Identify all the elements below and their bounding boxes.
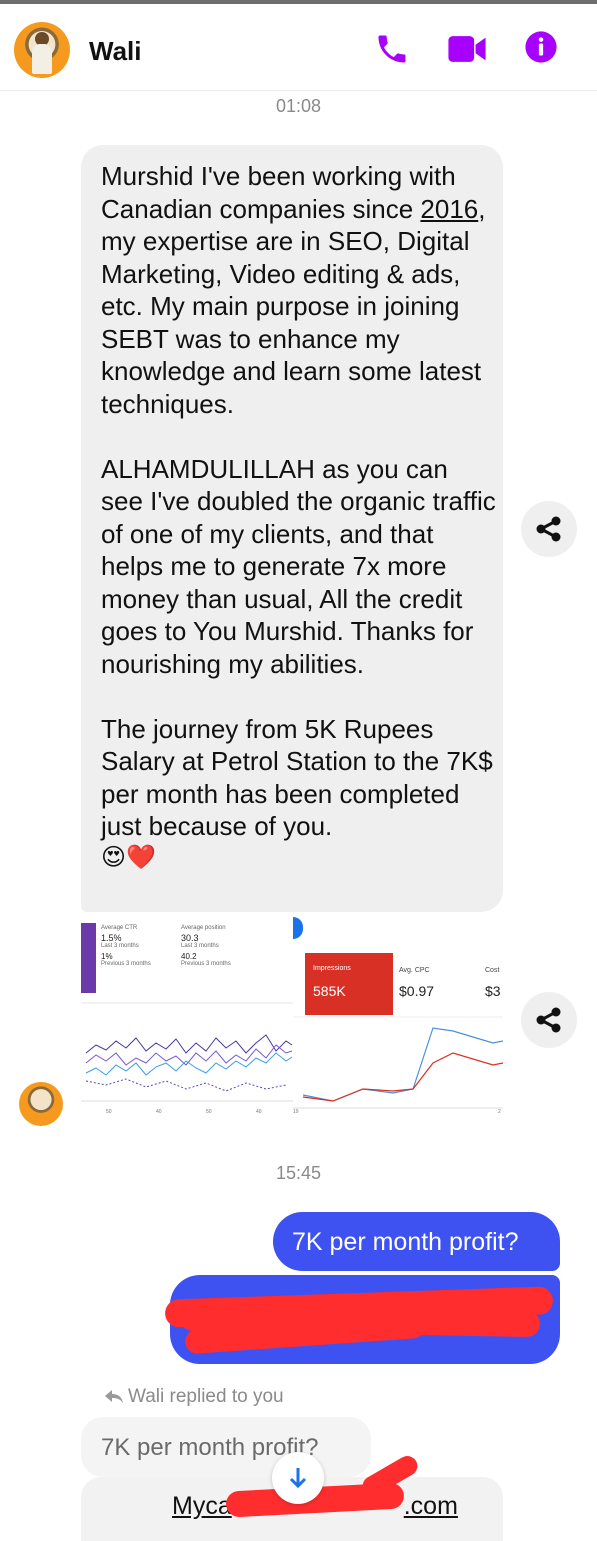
phone-icon[interactable] (374, 31, 410, 67)
google-ads-panel: Impressions 585K Avg. CPC $0.97 Cost $3 … (293, 913, 503, 1125)
contact-avatar[interactable] (14, 22, 70, 78)
chat-header: Wali (0, 4, 597, 91)
timestamp: 01:08 (275, 96, 322, 116)
analytics-screenshot-image[interactable]: Average CTR 1.5% Last 3 months 1% Previo… (81, 913, 503, 1125)
share-icon (536, 516, 561, 542)
axis-tick-label: 19 (293, 1109, 299, 1115)
axis-tick-label: 2 (498, 1109, 501, 1115)
scroll-down-button[interactable] (272, 1452, 324, 1504)
search-console-panel: Average CTR 1.5% Last 3 months 1% Previo… (81, 913, 293, 1125)
avatar-body (32, 44, 52, 74)
share-button[interactable] (521, 501, 577, 557)
search-console-line-chart: 50 40 50 40 (81, 1002, 293, 1115)
axis-tick-label: 40 (256, 1109, 262, 1115)
message-paragraph: Murshid I've been working with Canadian … (101, 161, 486, 419)
outgoing-message-text: 7K per month profit? (292, 1228, 519, 1256)
arrow-down-icon (289, 1468, 307, 1489)
contact-avatar-small[interactable] (19, 1082, 63, 1126)
timestamp: 15:45 (275, 1163, 322, 1183)
axis-tick-label: 50 (206, 1109, 212, 1115)
message-paragraph: ALHAMDULILLAH as you can see I've double… (101, 453, 496, 679)
date-link[interactable]: 2016 (420, 194, 478, 224)
outgoing-message-bubble[interactable]: 7K per month profit? (273, 1212, 560, 1271)
video-camera-icon[interactable] (447, 33, 487, 65)
axis-tick-label: 40 (156, 1109, 162, 1115)
axis-tick-label: 50 (106, 1109, 112, 1115)
share-button[interactable] (521, 992, 577, 1048)
emoji-line: 😍❤️ (101, 843, 156, 871)
info-icon[interactable] (524, 30, 558, 64)
ads-line-chart: 19 2 (293, 1016, 503, 1115)
contact-name[interactable]: Wali (89, 36, 141, 67)
message-paragraph: The journey from 5K Rupees Salary at Pet… (101, 713, 493, 842)
reply-label: Wali replied to you (128, 1386, 284, 1407)
incoming-message-text: Murshid I've been working with Canadian … (101, 160, 496, 873)
share-icon (536, 1007, 561, 1033)
reply-arrow-icon (105, 1390, 123, 1403)
